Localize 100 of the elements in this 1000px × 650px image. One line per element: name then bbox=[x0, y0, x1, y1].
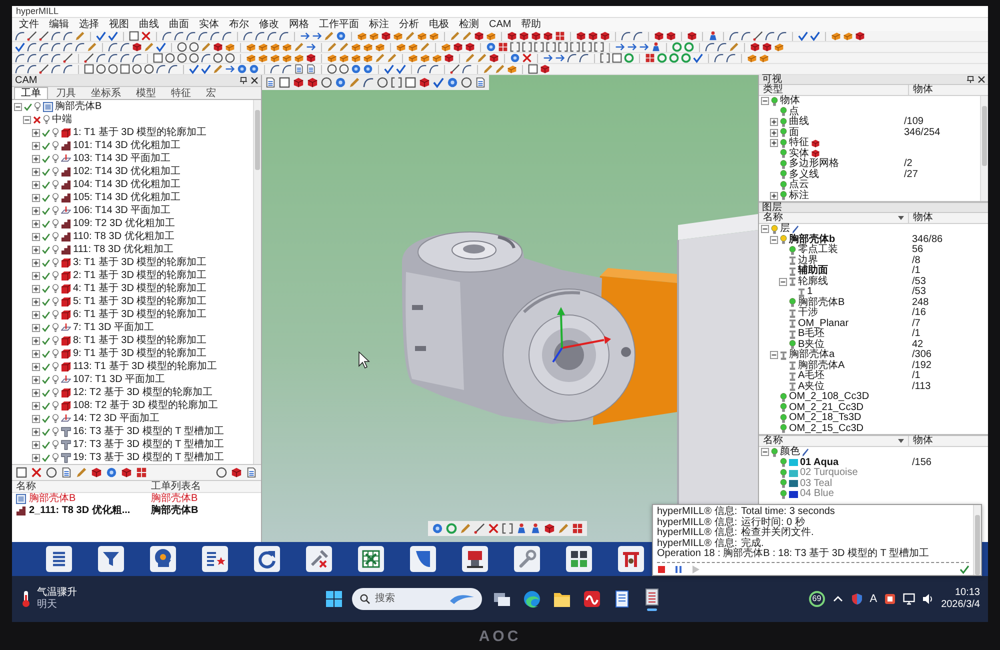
tree-item[interactable]: 102: T14 3D 优化粗加工 bbox=[73, 165, 181, 178]
tree-item[interactable]: OM_2_21_Cc3D bbox=[789, 402, 864, 413]
arrow-icon[interactable] bbox=[627, 42, 637, 52]
bracket-icon[interactable] bbox=[391, 77, 402, 88]
cube-icon[interactable] bbox=[381, 31, 391, 41]
disc-icon[interactable] bbox=[335, 77, 346, 88]
tree-item[interactable]: 104: T14 3D 优化粗加工 bbox=[73, 178, 181, 191]
monitor-icon[interactable] bbox=[903, 593, 916, 605]
square-icon[interactable] bbox=[405, 77, 416, 88]
circle-icon[interactable] bbox=[216, 467, 227, 478]
tree-item[interactable]: 19: T3 基于 3D 模型的 T 型槽加工 bbox=[73, 451, 224, 464]
circle-icon[interactable] bbox=[377, 77, 388, 88]
block-icon[interactable] bbox=[375, 42, 385, 52]
line-icon[interactable] bbox=[474, 523, 485, 534]
machine-icon[interactable] bbox=[618, 546, 644, 572]
tick-icon[interactable] bbox=[810, 31, 820, 41]
block-icon[interactable] bbox=[486, 31, 496, 41]
column-header[interactable]: 类型 bbox=[759, 85, 908, 95]
block-icon[interactable] bbox=[327, 53, 337, 63]
bulb-icon[interactable] bbox=[780, 468, 787, 478]
curve-icon[interactable] bbox=[201, 53, 211, 63]
bulb-icon[interactable] bbox=[52, 440, 59, 449]
block-icon[interactable] bbox=[282, 42, 292, 52]
tab[interactable]: 特征 bbox=[164, 87, 198, 99]
bulb-icon[interactable] bbox=[789, 298, 796, 308]
caret-down-icon[interactable] bbox=[898, 439, 904, 443]
tree-item[interactable]: 109: T2 3D 优化粗加工 bbox=[73, 217, 176, 230]
expand-icon[interactable] bbox=[32, 246, 40, 254]
cube-icon[interactable] bbox=[307, 77, 318, 88]
i-beam-icon[interactable] bbox=[789, 308, 796, 318]
circle-icon[interactable] bbox=[144, 64, 154, 74]
job-name[interactable]: 胸部壳体B bbox=[29, 493, 76, 505]
cube-icon[interactable] bbox=[474, 31, 484, 41]
bulb-icon[interactable] bbox=[780, 170, 787, 180]
square-icon[interactable] bbox=[84, 64, 94, 74]
circle-icon[interactable] bbox=[46, 467, 57, 478]
menu-item[interactable]: 布尔 bbox=[224, 18, 254, 30]
figure-icon[interactable] bbox=[516, 523, 527, 534]
bracket-icon[interactable] bbox=[546, 42, 556, 52]
tree-item[interactable]: 14: T2 3D 平面加工 bbox=[73, 412, 160, 425]
bulb-icon[interactable] bbox=[52, 219, 59, 228]
block-icon[interactable] bbox=[294, 53, 304, 63]
swatch-icon[interactable] bbox=[789, 480, 798, 488]
tree-item[interactable]: 106: T14 3D 平面加工 bbox=[73, 204, 171, 217]
block-icon[interactable] bbox=[747, 53, 757, 63]
block-icon[interactable] bbox=[408, 53, 418, 63]
list-icon[interactable] bbox=[46, 546, 72, 572]
arrow-icon[interactable] bbox=[300, 31, 310, 41]
tree-item[interactable]: B毛坯 bbox=[798, 329, 825, 340]
cube-icon[interactable] bbox=[543, 31, 553, 41]
tab[interactable]: 模型 bbox=[129, 87, 163, 99]
tree-item[interactable]: 113: T1 基于 3D 模型的轮廓加工 bbox=[73, 360, 218, 373]
square-icon[interactable] bbox=[528, 64, 538, 74]
bulb-icon[interactable] bbox=[780, 424, 787, 434]
block-icon[interactable] bbox=[363, 42, 373, 52]
expand-icon[interactable] bbox=[32, 310, 40, 318]
block-icon[interactable] bbox=[774, 42, 784, 52]
tree-item[interactable]: 层 bbox=[780, 224, 790, 234]
square-icon[interactable] bbox=[120, 64, 130, 74]
bracket-icon[interactable] bbox=[522, 42, 532, 52]
collapse-icon[interactable] bbox=[779, 278, 787, 286]
tree-item[interactable]: 特征 bbox=[789, 138, 809, 148]
cube-icon[interactable] bbox=[293, 77, 304, 88]
tree-item[interactable]: 胸部壳体B bbox=[55, 100, 102, 113]
tree-item[interactable]: 颜色 bbox=[780, 447, 800, 458]
square-icon[interactable] bbox=[16, 467, 27, 478]
figure-icon[interactable] bbox=[651, 42, 661, 52]
bulb-icon[interactable] bbox=[780, 403, 787, 412]
column-header[interactable]: 名称 bbox=[12, 481, 147, 493]
block-icon[interactable] bbox=[831, 31, 841, 41]
block-icon[interactable] bbox=[420, 53, 430, 63]
bracket-icon[interactable] bbox=[502, 523, 513, 534]
tree-item[interactable]: 零点工装 bbox=[798, 245, 838, 256]
tree-item[interactable]: 干涉 bbox=[798, 308, 818, 318]
tree-item[interactable]: 8: T1 基于 3D 模型的轮廓加工 bbox=[73, 334, 207, 347]
line-icon[interactable] bbox=[27, 31, 37, 41]
bulb-icon[interactable] bbox=[789, 246, 796, 255]
tree-item[interactable]: 物体 bbox=[780, 96, 800, 106]
i-beam-icon[interactable] bbox=[789, 372, 796, 381]
machine-icon[interactable] bbox=[462, 546, 488, 572]
cross-icon[interactable] bbox=[141, 31, 151, 41]
tree-item[interactable]: A夹位 bbox=[798, 382, 825, 392]
cube-icon[interactable] bbox=[507, 31, 517, 41]
menu-item[interactable]: CAM bbox=[484, 18, 516, 30]
bulb-icon[interactable] bbox=[52, 310, 59, 319]
menu-item[interactable]: 帮助 bbox=[516, 18, 546, 30]
figure-icon[interactable] bbox=[530, 523, 541, 534]
clock-date[interactable]: 2026/3/4 bbox=[941, 599, 980, 611]
tick-icon[interactable] bbox=[396, 64, 406, 74]
bulb-icon[interactable] bbox=[52, 349, 59, 358]
cube-icon[interactable] bbox=[121, 467, 132, 478]
cube-icon[interactable] bbox=[588, 31, 598, 41]
block-icon[interactable] bbox=[759, 53, 769, 63]
tree-item[interactable]: 107: T1 3D 平面加工 bbox=[73, 373, 166, 386]
bracket-icon[interactable] bbox=[570, 42, 580, 52]
menu-item[interactable]: 文件 bbox=[14, 18, 44, 30]
expand-icon[interactable] bbox=[770, 118, 778, 126]
bracket-icon[interactable] bbox=[594, 42, 604, 52]
block-icon[interactable] bbox=[357, 31, 367, 41]
circle-icon[interactable] bbox=[177, 42, 187, 52]
